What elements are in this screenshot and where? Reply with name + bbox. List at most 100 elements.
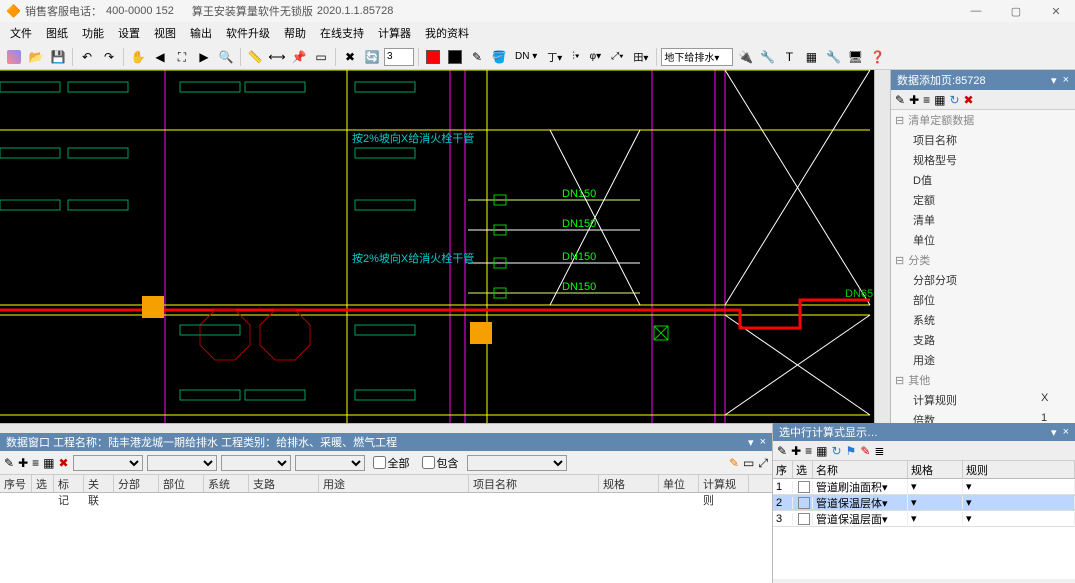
property-row[interactable]: 用途 — [891, 350, 1075, 370]
sel-row[interactable]: 2管道保温层体▾▾▾ — [773, 495, 1075, 511]
menu-output[interactable]: 输出 — [184, 25, 218, 41]
data-window-min-icon[interactable]: ▾ — [748, 436, 754, 449]
col-link[interactable]: 关联 — [84, 475, 114, 492]
property-row[interactable]: 支路 — [891, 330, 1075, 350]
filter-zhilu[interactable] — [295, 455, 365, 471]
tool-zoom-region-icon[interactable]: 🔍 — [216, 47, 236, 67]
tool-wrench-icon[interactable]: 🔧 — [823, 47, 843, 67]
menu-online-support[interactable]: 在线支持 — [314, 25, 370, 41]
tool-fill-icon[interactable]: 🪣 — [489, 47, 509, 67]
tool-dim-icon[interactable]: ⟷ — [267, 47, 287, 67]
property-value[interactable] — [1041, 132, 1071, 148]
sp-col-guize[interactable]: 规则 — [963, 461, 1075, 478]
sel-row-guize[interactable]: ▾ — [963, 512, 1075, 525]
property-row[interactable]: 清单 — [891, 210, 1075, 230]
sp-tool-d-icon[interactable]: ▦ — [816, 445, 827, 457]
property-value[interactable] — [1041, 172, 1071, 188]
sel-row-guige[interactable]: ▾ — [908, 496, 963, 509]
tool-screen-icon[interactable]: 🖥 — [845, 47, 865, 67]
col-guige[interactable]: 规格 — [599, 475, 659, 492]
sel-row-checkbox[interactable] — [798, 497, 810, 509]
col-xitong[interactable]: 系统 — [204, 475, 249, 492]
tool-save-icon[interactable]: 💾 — [48, 47, 68, 67]
col-danwei[interactable]: 单位 — [659, 475, 699, 492]
menu-file[interactable]: 文件 — [4, 25, 38, 41]
menu-settings[interactable]: 设置 — [112, 25, 146, 41]
panel-min-icon[interactable]: ▾ — [1051, 74, 1057, 87]
property-row[interactable]: D值 — [891, 170, 1075, 190]
sel-row-guize[interactable]: ▾ — [963, 480, 1075, 493]
tool-help-icon[interactable]: ❓ — [867, 47, 887, 67]
rp-tool-c-icon[interactable]: ≡ — [923, 94, 930, 106]
canvas-scrollbar-vert[interactable] — [874, 70, 890, 423]
sel-row-guige[interactable]: ▾ — [908, 480, 963, 493]
dn-dropdown[interactable]: DN ▾ — [511, 50, 541, 63]
filter-fenbu[interactable] — [73, 455, 143, 471]
menu-upgrade[interactable]: 软件升级 — [220, 25, 276, 41]
property-value[interactable] — [1041, 312, 1071, 328]
col-zhilu[interactable]: 支路 — [249, 475, 319, 492]
property-row[interactable]: 规格型号 — [891, 150, 1075, 170]
filter-extra[interactable] — [467, 455, 567, 471]
tool-anchor-icon[interactable]: 📌 — [289, 47, 309, 67]
rp-tool-b-icon[interactable]: ✚ — [909, 94, 919, 106]
property-row[interactable]: 系统 — [891, 310, 1075, 330]
col-buwei[interactable]: 部位 — [159, 475, 204, 492]
tool-dropdown-a[interactable]: 丁▾ — [543, 48, 566, 65]
sp-tool-h-icon[interactable]: ≣ — [874, 445, 884, 457]
property-row[interactable]: 分部分项 — [891, 270, 1075, 290]
group-toggle-icon[interactable]: ⊟ — [895, 374, 904, 387]
sp-tool-c-icon[interactable]: ≡ — [805, 445, 812, 457]
window-minimize[interactable]: — — [963, 5, 989, 18]
tool-next-icon[interactable]: ▶ — [194, 47, 214, 67]
property-value[interactable] — [1041, 152, 1071, 168]
menu-help[interactable]: 帮助 — [278, 25, 312, 41]
sel-row-guize[interactable]: ▾ — [963, 496, 1075, 509]
window-close[interactable]: ✕ — [1043, 5, 1069, 18]
tool-fit-icon[interactable]: ⛶ — [172, 47, 192, 67]
tool-dropdown-c[interactable]: φ▾ — [586, 50, 606, 63]
property-value[interactable]: 1 — [1041, 412, 1071, 423]
tool-dropdown-d[interactable]: ⤢▾ — [607, 50, 627, 63]
filter-contain-checkbox[interactable] — [422, 456, 435, 469]
sel-row-checkbox[interactable] — [798, 481, 810, 493]
filter-list-icon[interactable]: ≡ — [32, 457, 39, 469]
menu-calculator[interactable]: 计算器 — [372, 25, 417, 41]
color-black-swatch[interactable] — [445, 47, 465, 67]
filter-highlight-icon[interactable]: ✎ — [729, 457, 739, 469]
rp-tool-d-icon[interactable]: ▦ — [934, 94, 945, 106]
col-sel[interactable]: 选 — [32, 475, 54, 492]
tool-refresh-icon[interactable]: 🔄 — [362, 47, 382, 67]
col-xiangmu[interactable]: 项目名称 — [469, 475, 599, 492]
tool-device-b-icon[interactable]: 🔧 — [757, 47, 777, 67]
sp-tool-a-icon[interactable]: ✎ — [777, 445, 787, 457]
property-row[interactable]: 计算规则X — [891, 390, 1075, 410]
tool-pan-icon[interactable]: ✋ — [128, 47, 148, 67]
filter-edit-icon[interactable]: ✎ — [4, 457, 14, 469]
drawing-canvas[interactable]: 按2%坡向X给消火栓干管 按2%坡向X给消火栓干管 DN150 DN150 DN… — [0, 70, 874, 423]
tool-prev-icon[interactable]: ◀ — [150, 47, 170, 67]
group-toggle-icon[interactable]: ⊟ — [895, 254, 904, 267]
canvas-scrollbar-horiz[interactable] — [0, 423, 772, 433]
layer-combo[interactable] — [661, 48, 733, 66]
sp-tool-f-icon[interactable]: ⚑ — [846, 445, 857, 457]
data-table-body[interactable] — [0, 493, 772, 583]
rp-tool-e-icon[interactable]: ↻ — [949, 94, 959, 106]
filter-buwei[interactable] — [147, 455, 217, 471]
filter-all-checkbox[interactable] — [373, 456, 386, 469]
tool-select-icon[interactable]: ▭ — [311, 47, 331, 67]
tool-delete-icon[interactable]: ✖ — [340, 47, 360, 67]
property-value[interactable] — [1041, 272, 1071, 288]
col-yongtu[interactable]: 用途 — [319, 475, 469, 492]
sp-tool-b-icon[interactable]: ✚ — [791, 445, 801, 457]
property-value[interactable] — [1041, 212, 1071, 228]
col-guize[interactable]: 计算规则 — [699, 475, 749, 492]
menu-function[interactable]: 功能 — [76, 25, 110, 41]
sp-tool-e-icon[interactable]: ↻ — [831, 445, 841, 457]
property-value[interactable] — [1041, 292, 1071, 308]
rp-tool-f-icon[interactable]: ✖ — [964, 94, 974, 106]
menu-view[interactable]: 视图 — [148, 25, 182, 41]
property-value[interactable] — [1041, 192, 1071, 208]
tool-text-icon[interactable]: T — [779, 47, 799, 67]
tool-undo-icon[interactable]: ↶ — [77, 47, 97, 67]
